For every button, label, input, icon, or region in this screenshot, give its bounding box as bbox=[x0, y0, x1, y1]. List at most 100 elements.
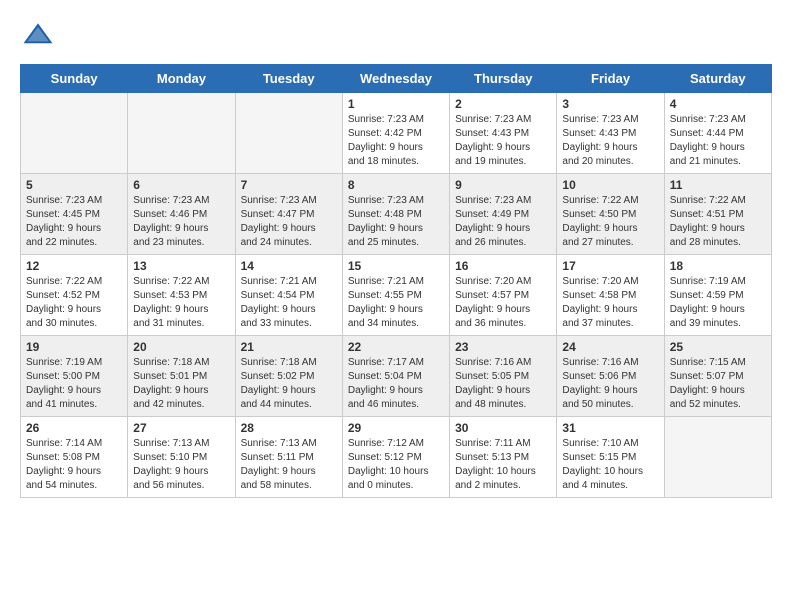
day-info: Sunrise: 7:23 AM Sunset: 4:42 PM Dayligh… bbox=[348, 113, 444, 169]
day-number: 16 bbox=[455, 259, 551, 273]
col-friday: Friday bbox=[557, 65, 664, 93]
cell-content: 6Sunrise: 7:23 AM Sunset: 4:46 PM Daylig… bbox=[133, 178, 229, 250]
cell-content: 27 Sunrise: 7:13 AM Sunset: 5:10 PM Dayli… bbox=[133, 421, 229, 493]
cell-content: 11Sunrise: 7:22 AM Sunset: 4:51 PM Dayli… bbox=[670, 178, 766, 250]
day-number: 17 bbox=[562, 259, 658, 273]
day-number: 1 bbox=[348, 97, 444, 111]
calendar-cell: 13Sunrise: 7:22 AM Sunset: 4:53 PM Dayli… bbox=[128, 255, 235, 336]
calendar-cell: 7Sunrise: 7:23 AM Sunset: 4:47 PM Daylig… bbox=[235, 174, 342, 255]
calendar-cell: 3Sunrise: 7:23 AM Sunset: 4:43 PM Daylig… bbox=[557, 93, 664, 174]
cell-content: 21 Sunrise: 7:18 AM Sunset: 5:02 PM Dayli… bbox=[241, 340, 337, 412]
day-number: 30 bbox=[455, 421, 551, 435]
day-info: Sunrise: 7:23 AM Sunset: 4:49 PM Dayligh… bbox=[455, 194, 551, 250]
calendar-cell: 22Sunrise: 7:17 AM Sunset: 5:04 PM Dayli… bbox=[342, 336, 449, 417]
day-number: 4 bbox=[670, 97, 766, 111]
cell-content: 1 Sunrise: 7:23 AM Sunset: 4:42 PM Daylig… bbox=[348, 97, 444, 169]
calendar-cell: 10Sunrise: 7:22 AM Sunset: 4:50 PM Dayli… bbox=[557, 174, 664, 255]
cell-content: 17Sunrise: 7:20 AM Sunset: 4:58 PM Dayli… bbox=[562, 259, 658, 331]
calendar-cell bbox=[128, 93, 235, 174]
day-info: Sunrise: 7:16 AM Sunset: 5:05 PM Dayligh… bbox=[455, 356, 551, 412]
day-number: 10 bbox=[562, 178, 658, 192]
header-row: Sunday Monday Tuesday Wednesday Thursday… bbox=[21, 65, 772, 93]
cell-content: 23 Sunrise: 7:16 AM Sunset: 5:05 PM Dayli… bbox=[455, 340, 551, 412]
day-info: Sunrise: 7:21 AM Sunset: 4:55 PM Dayligh… bbox=[348, 275, 444, 331]
day-info: Sunrise: 7:18 AM Sunset: 5:01 PM Dayligh… bbox=[133, 356, 229, 412]
cell-content: 4Sunrise: 7:23 AM Sunset: 4:44 PM Daylig… bbox=[670, 97, 766, 169]
col-wednesday: Wednesday bbox=[342, 65, 449, 93]
calendar-cell: 14Sunrise: 7:21 AM Sunset: 4:54 PM Dayli… bbox=[235, 255, 342, 336]
calendar-cell: 31Sunrise: 7:10 AM Sunset: 5:15 PM Dayli… bbox=[557, 417, 664, 498]
col-thursday: Thursday bbox=[450, 65, 557, 93]
calendar-cell: 17Sunrise: 7:20 AM Sunset: 4:58 PM Dayli… bbox=[557, 255, 664, 336]
day-info: Sunrise: 7:22 AM Sunset: 4:53 PM Dayligh… bbox=[133, 275, 229, 331]
day-number: 25 bbox=[670, 340, 766, 354]
cell-content: 5Sunrise: 7:23 AM Sunset: 4:45 PM Daylig… bbox=[26, 178, 122, 250]
col-monday: Monday bbox=[128, 65, 235, 93]
cell-content: 14Sunrise: 7:21 AM Sunset: 4:54 PM Dayli… bbox=[241, 259, 337, 331]
day-info: Sunrise: 7:11 AM Sunset: 5:13 PM Dayligh… bbox=[455, 437, 551, 493]
calendar-cell: 21 Sunrise: 7:18 AM Sunset: 5:02 PM Dayli… bbox=[235, 336, 342, 417]
cell-content: 16 Sunrise: 7:20 AM Sunset: 4:57 PM Dayli… bbox=[455, 259, 551, 331]
calendar-week-row: 26Sunrise: 7:14 AM Sunset: 5:08 PM Dayli… bbox=[21, 417, 772, 498]
day-info: Sunrise: 7:13 AM Sunset: 5:10 PM Dayligh… bbox=[133, 437, 229, 493]
calendar-cell: 29 Sunrise: 7:12 AM Sunset: 5:12 PM Dayli… bbox=[342, 417, 449, 498]
calendar-cell: 4Sunrise: 7:23 AM Sunset: 4:44 PM Daylig… bbox=[664, 93, 771, 174]
cell-content: 12Sunrise: 7:22 AM Sunset: 4:52 PM Dayli… bbox=[26, 259, 122, 331]
calendar-cell: 5Sunrise: 7:23 AM Sunset: 4:45 PM Daylig… bbox=[21, 174, 128, 255]
day-number: 26 bbox=[26, 421, 122, 435]
calendar-cell: 18Sunrise: 7:19 AM Sunset: 4:59 PM Dayli… bbox=[664, 255, 771, 336]
cell-content: 15Sunrise: 7:21 AM Sunset: 4:55 PM Dayli… bbox=[348, 259, 444, 331]
calendar-cell: 24Sunrise: 7:16 AM Sunset: 5:06 PM Dayli… bbox=[557, 336, 664, 417]
day-info: Sunrise: 7:22 AM Sunset: 4:51 PM Dayligh… bbox=[670, 194, 766, 250]
calendar-cell: 1 Sunrise: 7:23 AM Sunset: 4:42 PM Daylig… bbox=[342, 93, 449, 174]
cell-content: 24Sunrise: 7:16 AM Sunset: 5:06 PM Dayli… bbox=[562, 340, 658, 412]
cell-content: 9Sunrise: 7:23 AM Sunset: 4:49 PM Daylig… bbox=[455, 178, 551, 250]
cell-content: 26Sunrise: 7:14 AM Sunset: 5:08 PM Dayli… bbox=[26, 421, 122, 493]
header bbox=[20, 18, 772, 54]
day-number: 24 bbox=[562, 340, 658, 354]
day-info: Sunrise: 7:20 AM Sunset: 4:57 PM Dayligh… bbox=[455, 275, 551, 331]
cell-content: 2 Sunrise: 7:23 AM Sunset: 4:43 PM Daylig… bbox=[455, 97, 551, 169]
calendar-cell: 6Sunrise: 7:23 AM Sunset: 4:46 PM Daylig… bbox=[128, 174, 235, 255]
calendar-cell: 2 Sunrise: 7:23 AM Sunset: 4:43 PM Daylig… bbox=[450, 93, 557, 174]
cell-content: 25Sunrise: 7:15 AM Sunset: 5:07 PM Dayli… bbox=[670, 340, 766, 412]
calendar-week-row: 1 Sunrise: 7:23 AM Sunset: 4:42 PM Daylig… bbox=[21, 93, 772, 174]
calendar-cell: 11Sunrise: 7:22 AM Sunset: 4:51 PM Dayli… bbox=[664, 174, 771, 255]
day-number: 18 bbox=[670, 259, 766, 273]
day-number: 20 bbox=[133, 340, 229, 354]
col-saturday: Saturday bbox=[664, 65, 771, 93]
calendar-page: Sunday Monday Tuesday Wednesday Thursday… bbox=[0, 0, 792, 516]
logo bbox=[20, 18, 60, 54]
calendar-cell: 30 Sunrise: 7:11 AM Sunset: 5:13 PM Dayli… bbox=[450, 417, 557, 498]
col-sunday: Sunday bbox=[21, 65, 128, 93]
col-tuesday: Tuesday bbox=[235, 65, 342, 93]
calendar-cell bbox=[664, 417, 771, 498]
day-number: 19 bbox=[26, 340, 122, 354]
day-info: Sunrise: 7:23 AM Sunset: 4:43 PM Dayligh… bbox=[455, 113, 551, 169]
day-number: 29 bbox=[348, 421, 444, 435]
day-number: 5 bbox=[26, 178, 122, 192]
day-number: 27 bbox=[133, 421, 229, 435]
cell-content: 31Sunrise: 7:10 AM Sunset: 5:15 PM Dayli… bbox=[562, 421, 658, 493]
calendar-cell: 8Sunrise: 7:23 AM Sunset: 4:48 PM Daylig… bbox=[342, 174, 449, 255]
day-info: Sunrise: 7:12 AM Sunset: 5:12 PM Dayligh… bbox=[348, 437, 444, 493]
day-info: Sunrise: 7:10 AM Sunset: 5:15 PM Dayligh… bbox=[562, 437, 658, 493]
calendar-cell: 20 Sunrise: 7:18 AM Sunset: 5:01 PM Dayli… bbox=[128, 336, 235, 417]
logo-icon bbox=[20, 18, 56, 54]
day-number: 22 bbox=[348, 340, 444, 354]
calendar-week-row: 5Sunrise: 7:23 AM Sunset: 4:45 PM Daylig… bbox=[21, 174, 772, 255]
day-info: Sunrise: 7:19 AM Sunset: 5:00 PM Dayligh… bbox=[26, 356, 122, 412]
day-number: 12 bbox=[26, 259, 122, 273]
day-info: Sunrise: 7:18 AM Sunset: 5:02 PM Dayligh… bbox=[241, 356, 337, 412]
day-number: 6 bbox=[133, 178, 229, 192]
calendar-cell bbox=[21, 93, 128, 174]
cell-content: 19 Sunrise: 7:19 AM Sunset: 5:00 PM Dayli… bbox=[26, 340, 122, 412]
calendar-cell: 9Sunrise: 7:23 AM Sunset: 4:49 PM Daylig… bbox=[450, 174, 557, 255]
day-number: 21 bbox=[241, 340, 337, 354]
calendar-cell: 16 Sunrise: 7:20 AM Sunset: 4:57 PM Dayli… bbox=[450, 255, 557, 336]
day-number: 7 bbox=[241, 178, 337, 192]
calendar-cell bbox=[235, 93, 342, 174]
day-number: 2 bbox=[455, 97, 551, 111]
day-number: 14 bbox=[241, 259, 337, 273]
day-number: 23 bbox=[455, 340, 551, 354]
